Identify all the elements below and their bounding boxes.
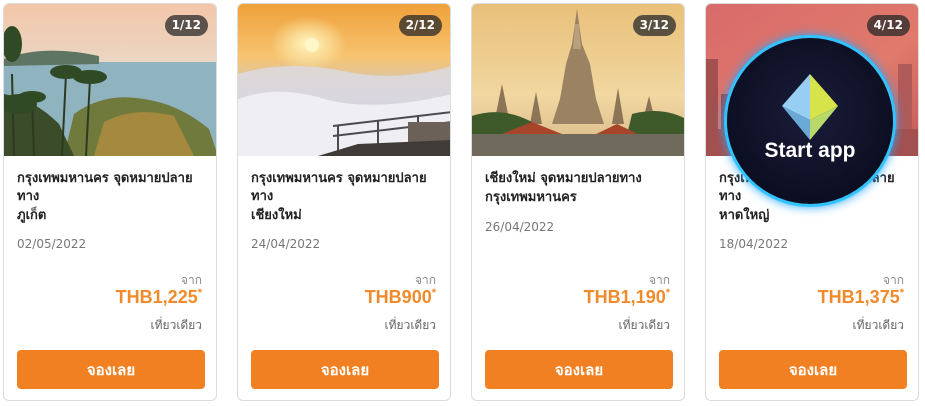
book-now-button[interactable]: จองเลย <box>719 350 907 389</box>
slide-counter: 2/12 <box>398 15 442 36</box>
fare-price-value: THB1,190 <box>583 287 666 307</box>
route-origin: กรุงเทพมหานคร จุดหมายปลายทาง <box>17 171 193 204</box>
trip-type: เที่ยวเดียว <box>852 318 904 332</box>
slide-counter: 4/12 <box>866 15 910 36</box>
fare-price: THB1,225* <box>116 287 202 308</box>
destination-card[interactable]: 1/12 กรุงเทพมหานคร จุดหมายปลายทาง ภูเก็ต… <box>3 3 217 401</box>
route-destination: กรุงเทพมหานคร <box>485 190 577 205</box>
route-text: เชียงใหม่ จุดหมายปลายทาง กรุงเทพมหานคร <box>485 170 675 207</box>
trip-type: เที่ยวเดียว <box>150 318 202 332</box>
route-origin: กรุงเทพมหานคร จุดหมายปลายทาง <box>251 171 427 204</box>
route-origin: เชียงใหม่ จุดหมายปลายทาง <box>485 171 642 186</box>
fare-asterisk: * <box>899 287 904 299</box>
route-text: กรุงเทพมหานคร จุดหมายปลายทาง ภูเก็ต <box>17 170 207 225</box>
destination-card[interactable]: 3/12 เชียงใหม่ จุดหมายปลายทาง กรุงเทพมหา… <box>471 3 685 401</box>
ethereum-diamond-icon <box>782 74 838 140</box>
route-destination: ภูเก็ต <box>17 208 47 223</box>
trip-type: เที่ยวเดียว <box>618 318 670 332</box>
book-now-button[interactable]: จองเลย <box>251 350 439 389</box>
fare-price: THB1,375* <box>818 287 904 308</box>
route-destination: หาดใหญ่ <box>719 208 770 223</box>
fare-price-value: THB1,375 <box>817 287 900 307</box>
destination-photo-bangkok[interactable]: 3/12 <box>472 4 684 156</box>
fare-asterisk: * <box>431 287 436 299</box>
destination-card[interactable]: 2/12 กรุงเทพมหานคร จุดหมายปลายทาง เชียงใ… <box>237 3 451 401</box>
destination-photo-phuket[interactable]: 1/12 <box>4 4 216 156</box>
fare-price: THB900* <box>365 287 436 308</box>
fare-price-value: THB900 <box>364 287 432 307</box>
fare-price: THB1,190* <box>584 287 670 308</box>
destination-photo-chiangmai[interactable]: 2/12 <box>238 4 450 156</box>
fare-asterisk: * <box>197 287 202 299</box>
travel-date: 26/04/2022 <box>485 220 555 234</box>
travel-date: 24/04/2022 <box>251 237 321 251</box>
route-text: กรุงเทพมหานคร จุดหมายปลายทาง เชียงใหม่ <box>251 170 441 225</box>
travel-date: 02/05/2022 <box>17 237 87 251</box>
fare-price-value: THB1,225 <box>115 287 198 307</box>
route-destination: เชียงใหม่ <box>251 208 302 223</box>
start-app-overlay-button[interactable]: Start app <box>727 38 893 204</box>
slide-counter: 1/12 <box>164 15 208 36</box>
trip-type: เที่ยวเดียว <box>384 318 436 332</box>
book-now-button[interactable]: จองเลย <box>485 350 673 389</box>
fare-asterisk: * <box>665 287 670 299</box>
slide-counter: 3/12 <box>632 15 676 36</box>
travel-date: 18/04/2022 <box>719 237 789 251</box>
start-app-label: Start app <box>764 139 856 162</box>
book-now-button[interactable]: จองเลย <box>17 350 205 389</box>
